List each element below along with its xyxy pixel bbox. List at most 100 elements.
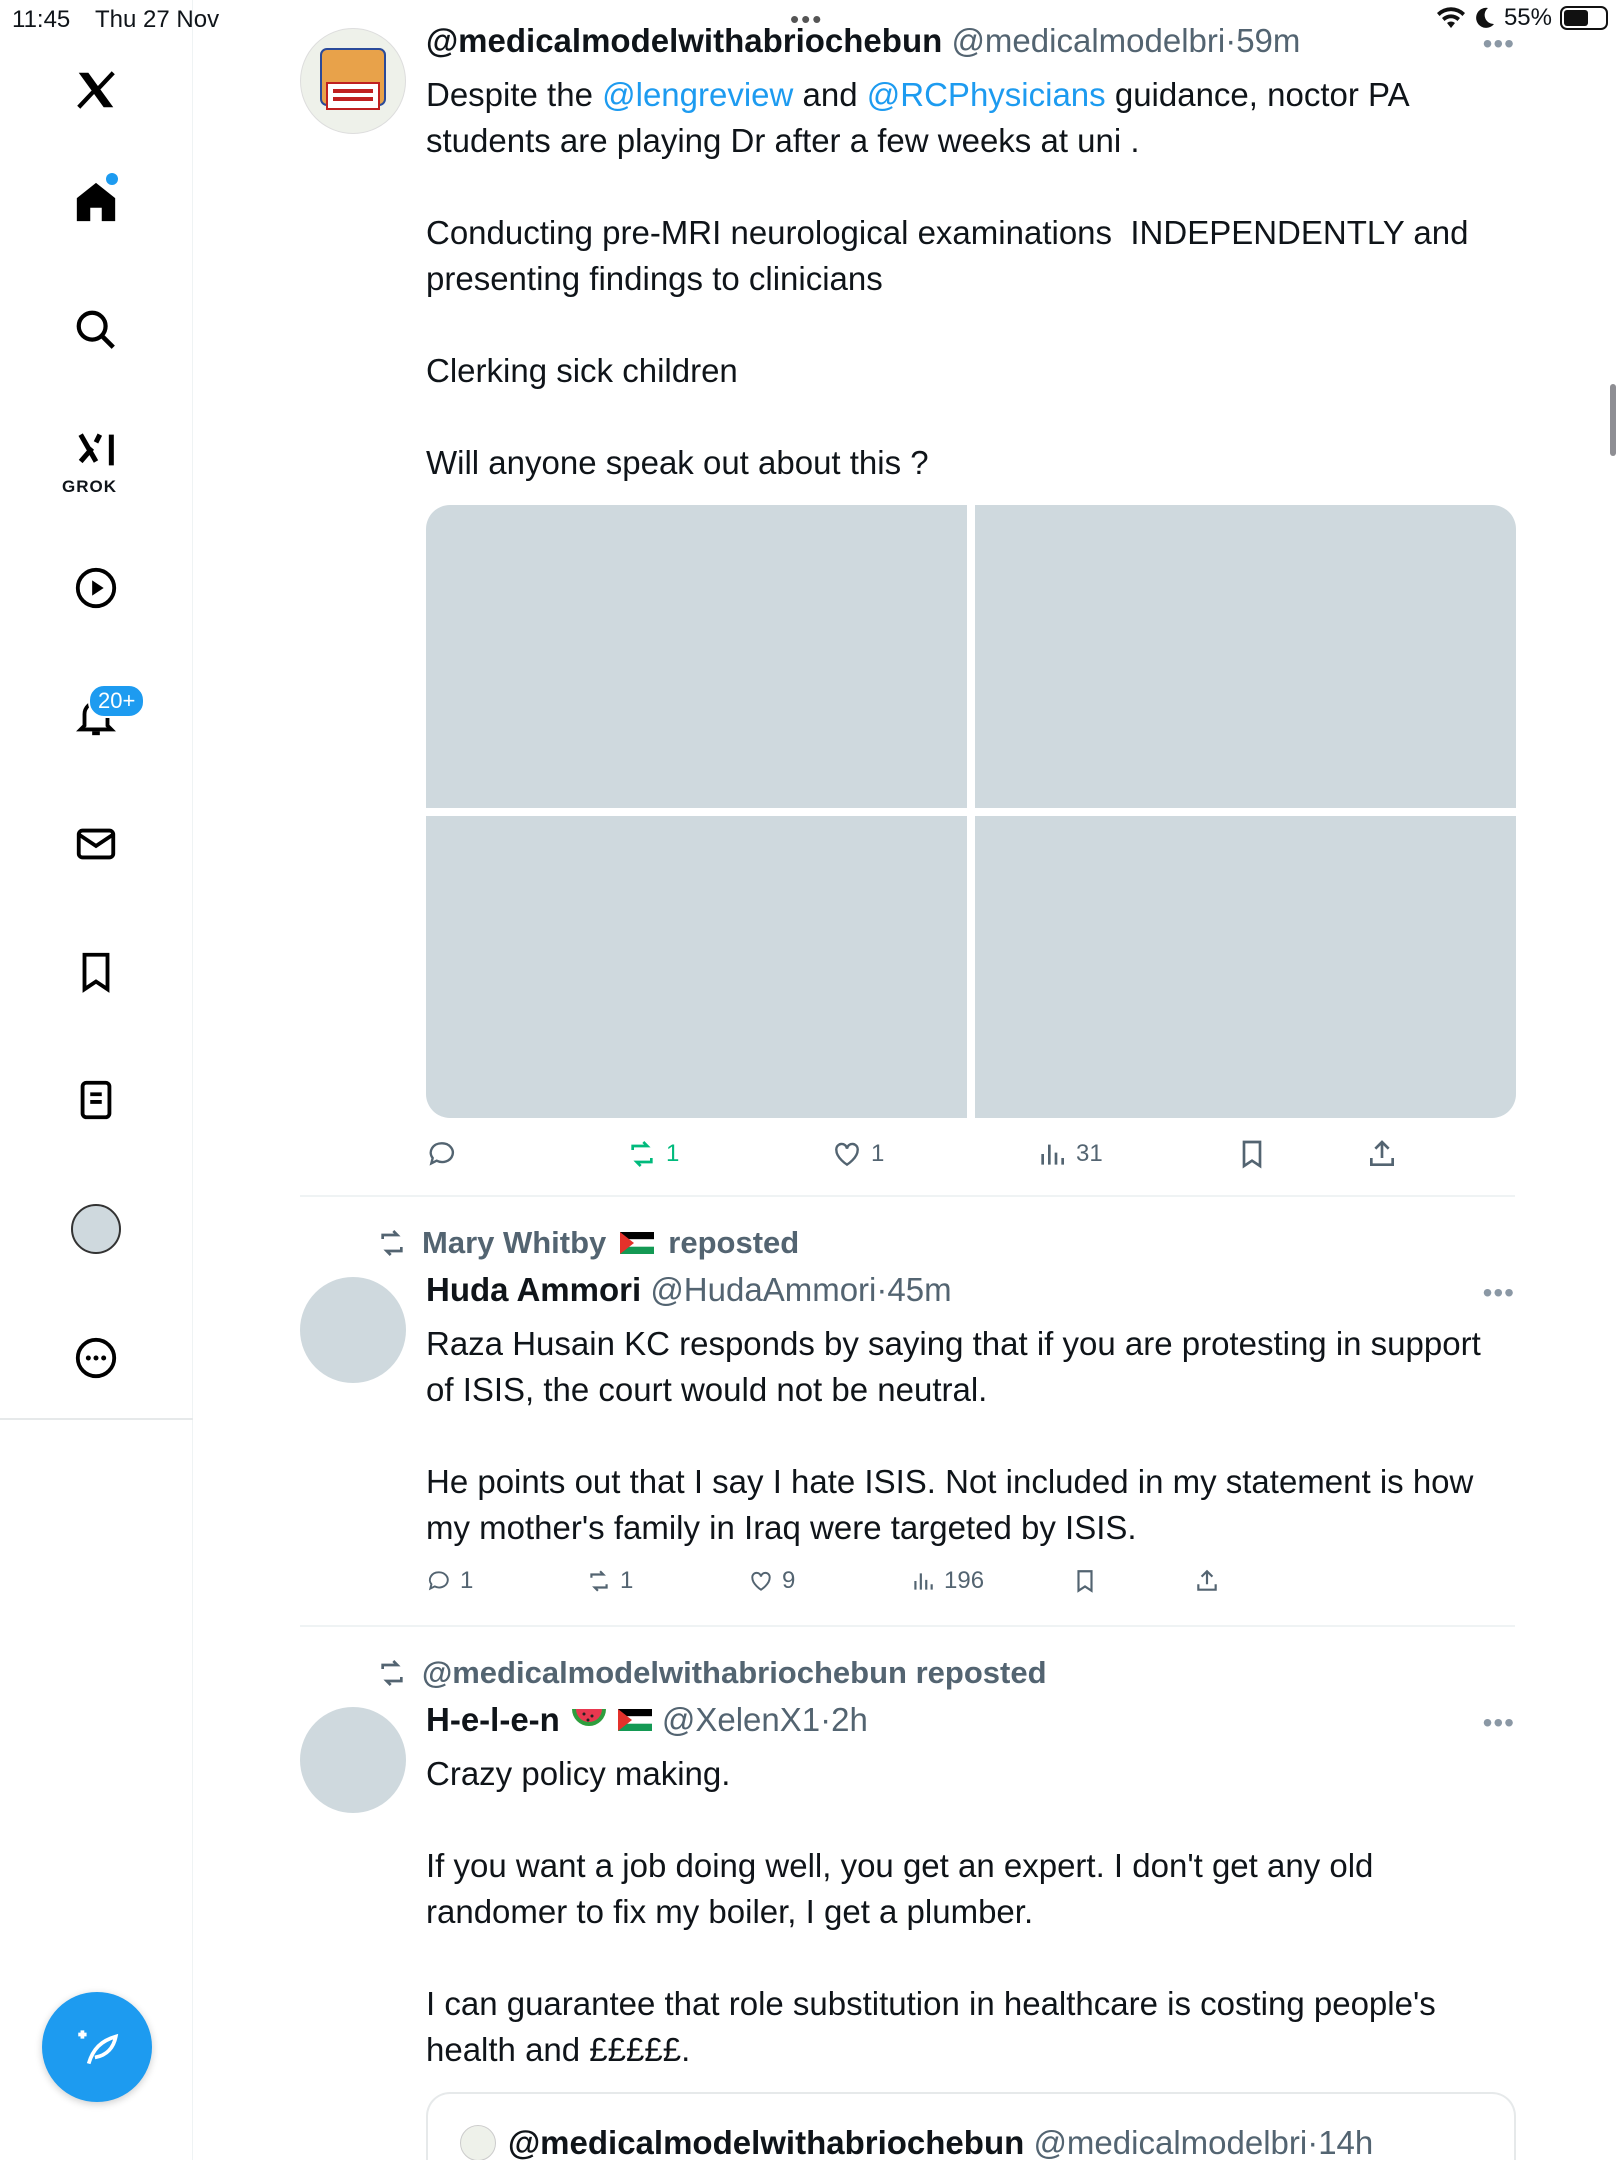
lists-icon[interactable]	[66, 1070, 126, 1130]
notification-badge: 20+	[88, 684, 146, 718]
share-button[interactable]	[1194, 1568, 1220, 1594]
views-button[interactable]: 31	[1036, 1138, 1236, 1170]
separator: ·	[876, 1271, 888, 1308]
reposter-name: @medicalmodelwithabriochebun	[422, 1655, 907, 1690]
compose-feather-icon	[78, 2030, 119, 2065]
media-image[interactable]	[426, 505, 967, 808]
reposter-name: Mary Whitby	[422, 1225, 607, 1260]
post-time[interactable]: 45m	[887, 1271, 951, 1308]
author-handle[interactable]: @medicalmodelbri	[951, 22, 1225, 59]
quoted-post[interactable]: @medicalmodelwithabriochebun @medicalmod…	[426, 2092, 1516, 2160]
video-icon[interactable]	[66, 558, 126, 618]
wifi-icon	[1436, 7, 1465, 28]
repost-icon	[381, 1660, 403, 1686]
views-chart-icon	[1041, 1144, 1064, 1165]
post-1[interactable]: @medicalmodelwithabriochebun @medicalmod…	[300, 22, 1516, 1188]
separator: ·	[1307, 2124, 1319, 2160]
author-avatar[interactable]	[300, 28, 406, 134]
palestine-flag-icon	[617, 1709, 652, 1731]
post-time[interactable]: 59m	[1236, 22, 1300, 59]
quoted-post-header: @medicalmodelwithabriochebun @medicalmod…	[460, 2124, 1373, 2160]
post-more-icon[interactable]: •••	[1483, 1277, 1515, 1309]
separator: ·	[1225, 22, 1237, 59]
repost-context[interactable]: Mary Whitby reposted	[376, 1225, 799, 1261]
views-chart-icon	[914, 1573, 933, 1590]
like-count: 9	[782, 1567, 796, 1594]
bookmark-button[interactable]	[1236, 1138, 1366, 1170]
post-2[interactable]: Huda Ammori @HudaAmmori·45m ••• Raza Hus…	[300, 1271, 1515, 1617]
reply-button[interactable]	[426, 1138, 626, 1170]
like-button[interactable]: 9	[748, 1567, 910, 1595]
reply-count: 1	[460, 1567, 474, 1594]
post-more-icon[interactable]: •••	[1483, 1707, 1515, 1739]
repost-button[interactable]: 1	[626, 1138, 831, 1170]
text-fragment: and	[793, 76, 867, 113]
repost-count: 1	[666, 1140, 680, 1167]
reply-button[interactable]: 1	[426, 1567, 586, 1595]
sidebar-divider	[0, 1418, 193, 1420]
moon-icon	[1476, 7, 1494, 28]
repost-button[interactable]: 1	[586, 1567, 748, 1595]
media-image[interactable]	[975, 505, 1516, 808]
battery-icon	[1560, 6, 1608, 30]
mail-icon[interactable]	[66, 814, 126, 874]
heart-icon	[751, 1571, 771, 1591]
mention-link[interactable]: @RCPhysicians	[867, 76, 1106, 113]
media-image[interactable]	[975, 815, 1516, 1118]
post-more-icon[interactable]: •••	[1483, 28, 1515, 60]
mention-link[interactable]: @lengreview	[602, 76, 793, 113]
author-handle[interactable]: @HudaAmmori	[650, 1271, 876, 1308]
watermelon-emoji-icon	[571, 1709, 606, 1726]
post-header: Huda Ammori @HudaAmmori·45m	[426, 1271, 952, 1309]
x-logo-icon[interactable]	[66, 60, 126, 120]
more-options-icon[interactable]	[66, 1328, 126, 1388]
like-button[interactable]: 1	[831, 1138, 1036, 1170]
search-icon[interactable]	[66, 300, 126, 360]
view-count: 196	[944, 1567, 985, 1594]
profile-avatar[interactable]	[71, 1204, 121, 1254]
author-name[interactable]: @medicalmodelwithabriochebun	[426, 22, 942, 59]
repost-icon	[631, 1141, 653, 1167]
bookmark-icon[interactable]	[66, 942, 126, 1002]
author-name[interactable]: H-e-l-e-n	[426, 1701, 560, 1739]
post-header: H-e-l-e-n @XelenX1·2h	[426, 1701, 868, 1739]
like-count: 1	[871, 1140, 885, 1167]
grok-icon[interactable]	[66, 420, 126, 480]
post-divider	[300, 1195, 1515, 1197]
post-divider	[300, 1625, 1515, 1627]
heart-icon	[835, 1142, 859, 1167]
repost-icon	[590, 1570, 608, 1592]
author-name[interactable]: Huda Ammori	[426, 1271, 641, 1308]
author-avatar[interactable]	[300, 1707, 406, 1813]
separator: ·	[820, 1701, 832, 1738]
post-actions: 1 1 31	[426, 1138, 1516, 1170]
repost-count: 1	[620, 1567, 634, 1594]
quoted-post-time: 14h	[1318, 2124, 1374, 2160]
quoted-author-avatar	[460, 2125, 496, 2160]
bookmark-button[interactable]	[1072, 1568, 1194, 1594]
view-count: 31	[1076, 1140, 1103, 1167]
views-button[interactable]: 196	[910, 1567, 1072, 1595]
home-unread-dot	[106, 173, 118, 185]
author-handle[interactable]: @XelenX1	[662, 1701, 820, 1738]
repost-suffix: reposted	[915, 1655, 1047, 1690]
post-text: Raza Husain KC responds by saying that i…	[426, 1325, 1481, 1546]
author-avatar[interactable]	[300, 1277, 406, 1383]
text-fragment: Despite the	[426, 76, 603, 113]
quoted-author-name: @medicalmodelwithabriochebun	[508, 2124, 1025, 2160]
share-button[interactable]	[1366, 1138, 1398, 1170]
repost-suffix: reposted	[668, 1225, 800, 1260]
share-icon	[1370, 1140, 1394, 1166]
scrollbar[interactable]	[1610, 384, 1616, 456]
bookmark-icon	[1077, 1570, 1093, 1593]
repost-icon	[381, 1230, 403, 1256]
reply-icon	[428, 1571, 449, 1591]
media-grid	[426, 505, 1516, 1118]
quoted-author-handle: @medicalmodelbri	[1033, 2124, 1308, 2160]
post-time[interactable]: 2h	[831, 1701, 868, 1738]
palestine-flag-icon	[620, 1232, 655, 1254]
media-image[interactable]	[426, 815, 967, 1118]
repost-context[interactable]: @medicalmodelwithabriochebun reposted	[376, 1655, 1047, 1691]
compose-post-button[interactable]	[42, 1992, 152, 2102]
post-text: Despite the @lengreview and @RCPhysician…	[426, 72, 1516, 486]
